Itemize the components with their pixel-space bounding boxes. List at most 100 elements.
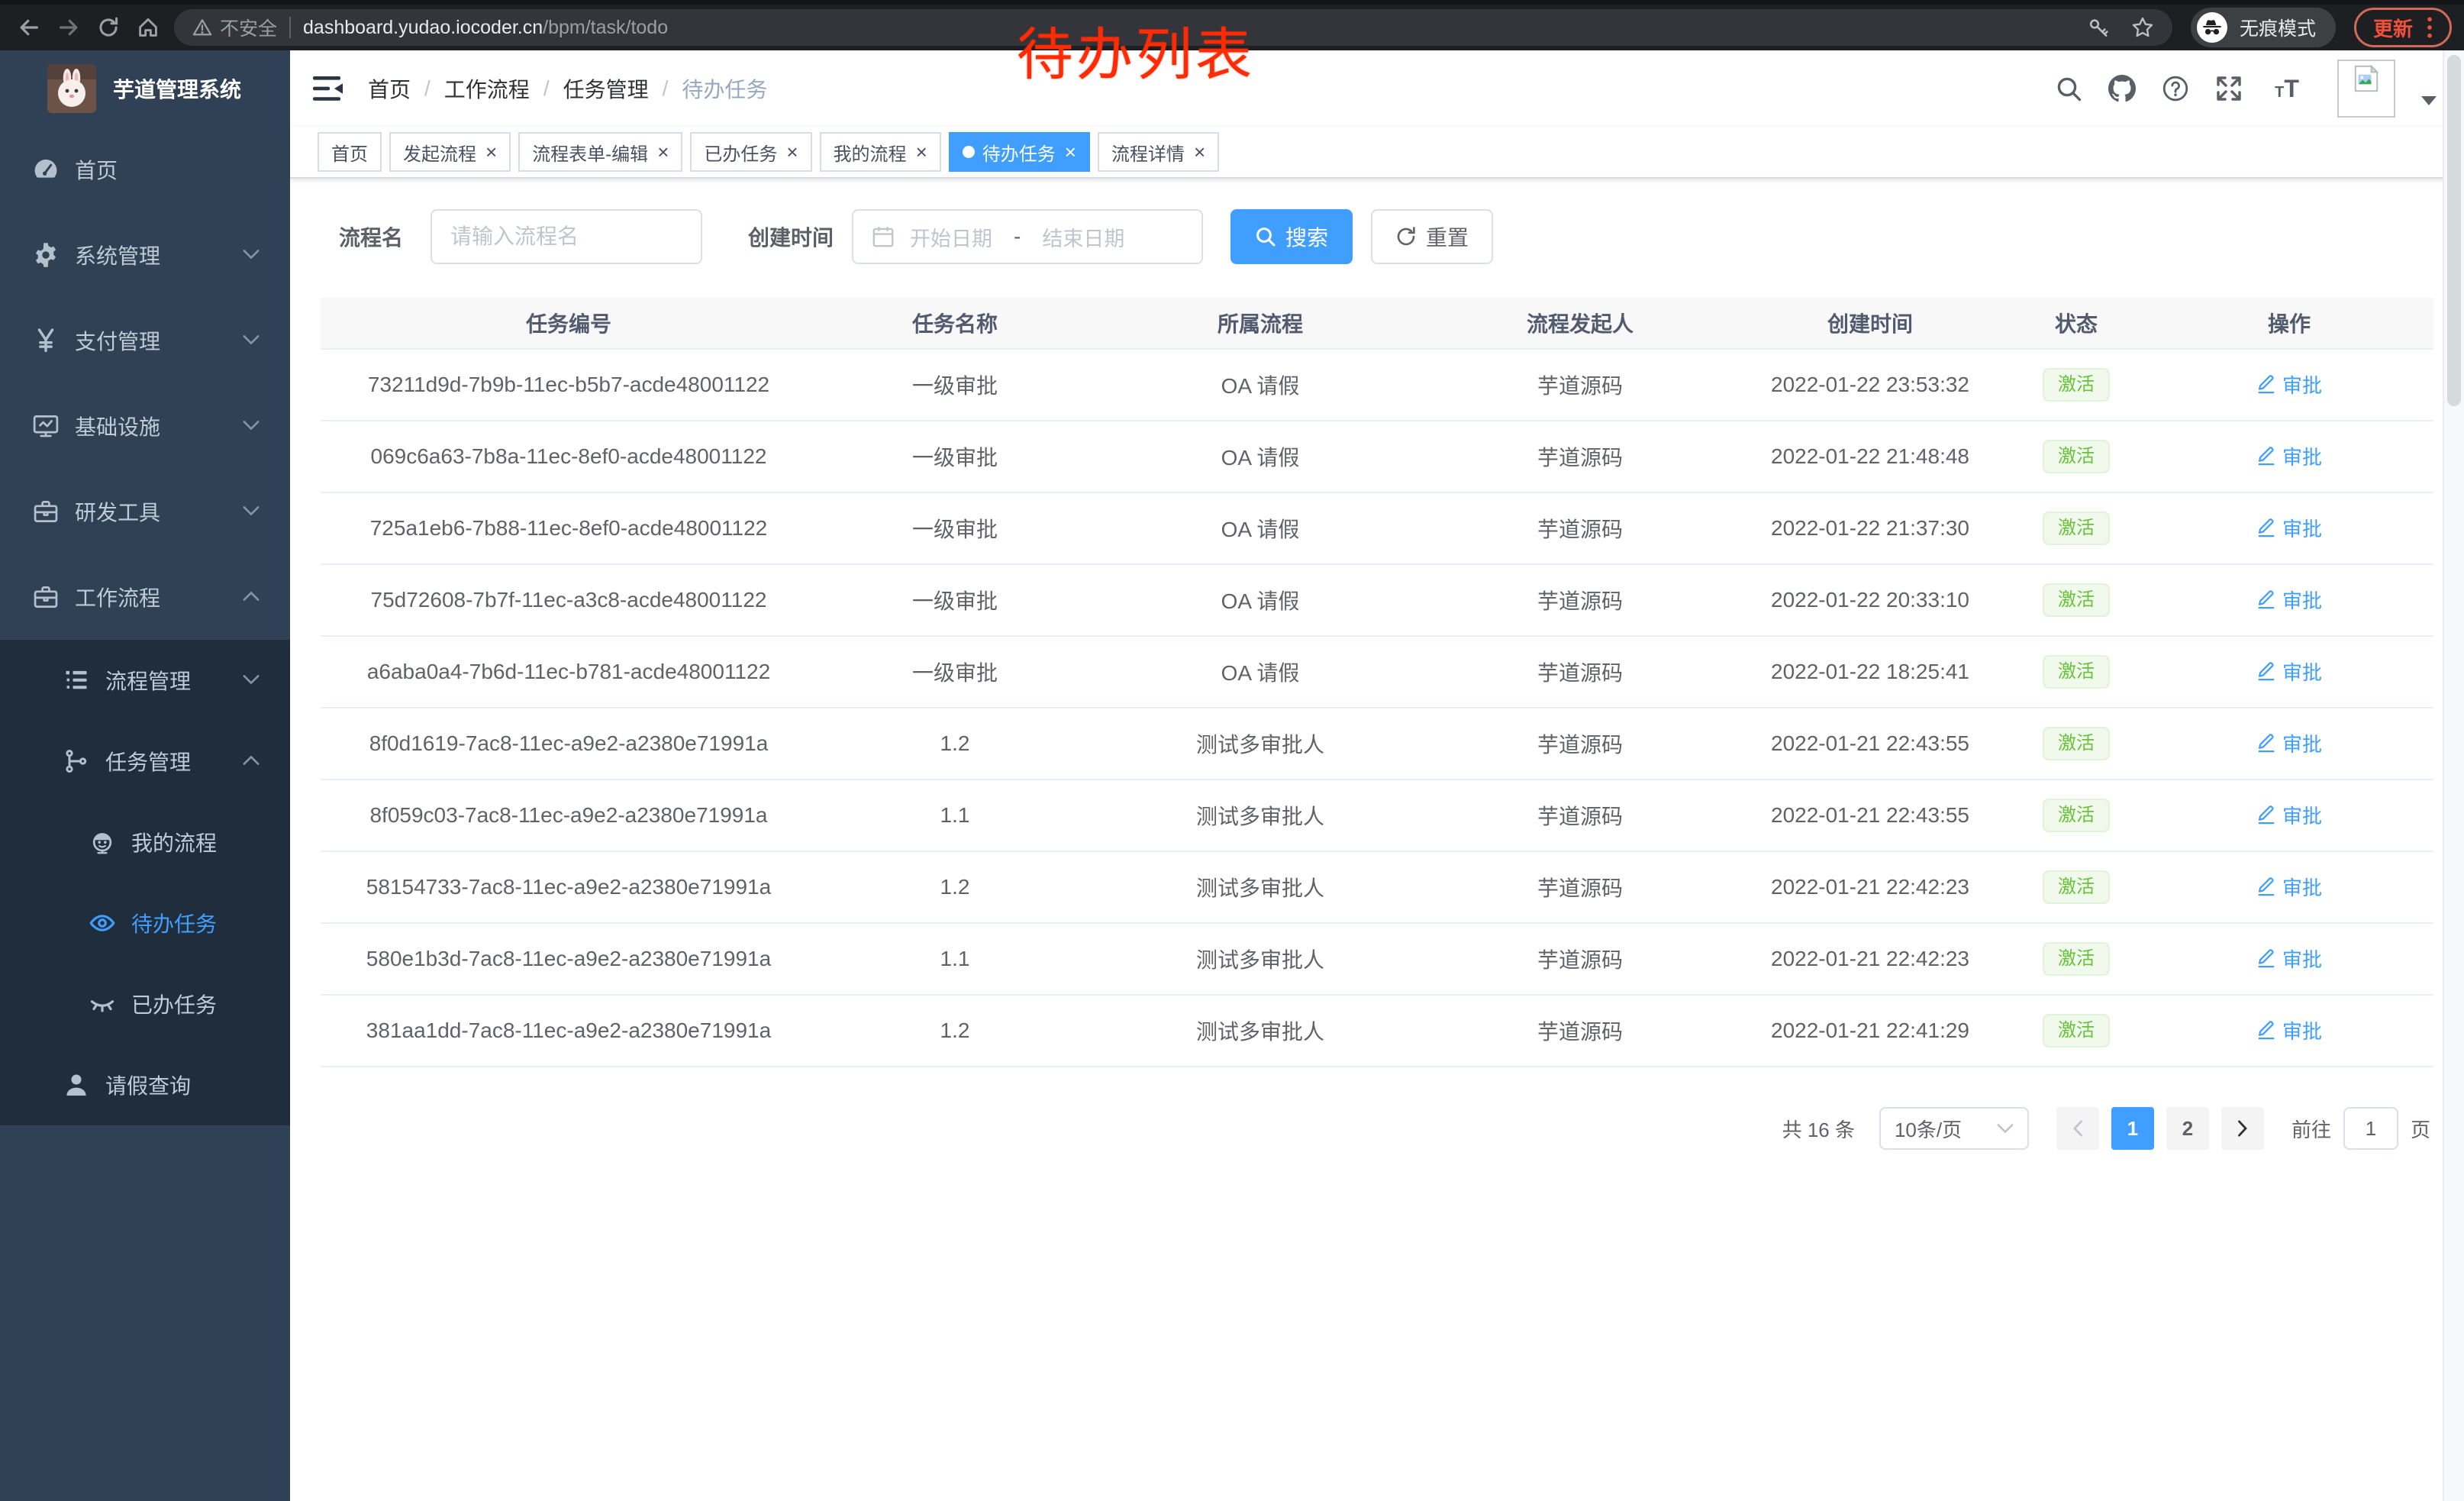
- sidebar-menu-item[interactable]: 研发工具: [0, 469, 290, 554]
- sidebar-menu-item[interactable]: 已办任务: [0, 964, 290, 1044]
- sidebar-menu-item[interactable]: 工作流程: [0, 554, 290, 640]
- approve-link[interactable]: 审批: [2256, 657, 2322, 686]
- sidebar-menu-item[interactable]: 待办任务: [0, 883, 290, 964]
- reset-button[interactable]: 重置: [1371, 209, 1493, 264]
- task-name: 一级审批: [817, 441, 1093, 472]
- avatar[interactable]: [2337, 60, 2395, 118]
- page-scrollbar[interactable]: [2443, 50, 2464, 1501]
- chevron-icon: [243, 591, 260, 603]
- page-number-button[interactable]: 1: [2111, 1107, 2154, 1150]
- password-key-icon[interactable]: [2087, 16, 2110, 39]
- goto-page-input[interactable]: [2343, 1107, 2398, 1150]
- user-menu-caret-icon[interactable]: [2421, 96, 2437, 105]
- bookmark-star-icon[interactable]: [2131, 16, 2154, 39]
- page-size-select[interactable]: 10条/页: [1879, 1107, 2029, 1150]
- gear-icon: [32, 241, 60, 269]
- app-logo[interactable]: 芋道管理系统: [0, 50, 290, 127]
- breadcrumb-item[interactable]: 待办任务: [682, 73, 767, 104]
- breadcrumb-item[interactable]: 首页: [368, 73, 411, 104]
- approve-link[interactable]: 审批: [2256, 370, 2322, 399]
- create-time: 2022-01-21 22:42:23: [1733, 875, 2008, 899]
- fullscreen-icon[interactable]: [2215, 75, 2243, 102]
- browser-reload-icon[interactable]: [92, 11, 125, 44]
- sidebar-menu-item[interactable]: 支付管理: [0, 298, 290, 383]
- tasks-table: 任务编号任务名称所属流程流程发起人创建时间状态操作 73211d9d-7b9b-…: [321, 298, 2433, 1067]
- sidebar-toggle-icon[interactable]: [313, 75, 343, 102]
- create-time: 2022-01-22 20:33:10: [1733, 588, 2008, 612]
- tree-icon: [63, 747, 90, 775]
- app-navbar: 首页/ 工作流程/ 任务管理/ 待办任务: [290, 50, 2464, 127]
- sidebar-menu-item[interactable]: 首页: [0, 127, 290, 212]
- tag[interactable]: 已办任务 ×: [690, 132, 811, 172]
- page-number-button[interactable]: 2: [2166, 1107, 2209, 1150]
- column-header: 创建时间: [1733, 308, 2008, 338]
- close-icon[interactable]: ×: [1065, 142, 1076, 162]
- tag[interactable]: 流程表单-编辑 ×: [518, 132, 682, 172]
- navbar-actions: TT: [2055, 60, 2437, 118]
- approve-link[interactable]: 审批: [2256, 586, 2322, 614]
- column-header: 任务编号: [321, 308, 817, 338]
- not-secure-label: 不安全: [220, 14, 277, 41]
- status-badge: 激活: [2043, 583, 2110, 617]
- approve-link[interactable]: 审批: [2256, 801, 2322, 829]
- approve-link[interactable]: 审批: [2256, 729, 2322, 757]
- incognito-label: 无痕模式: [2240, 14, 2316, 41]
- prev-page-button[interactable]: [2056, 1107, 2099, 1150]
- tag[interactable]: 首页: [318, 132, 382, 172]
- sidebar-menu-item[interactable]: 我的流程: [0, 802, 290, 883]
- task-id: 8f0d1619-7ac8-11ec-a9e2-a2380e71991a: [321, 731, 817, 756]
- approve-link[interactable]: 审批: [2256, 1016, 2322, 1044]
- tag-label: 我的流程: [834, 139, 907, 166]
- sidebar-menu-item[interactable]: 任务管理: [0, 721, 290, 802]
- task-id: 580e1b3d-7ac8-11ec-a9e2-a2380e71991a: [321, 947, 817, 971]
- process-name: 测试多审批人: [1093, 728, 1427, 759]
- process-starter: 芋道源码: [1427, 513, 1733, 544]
- close-icon[interactable]: ×: [657, 142, 669, 162]
- close-icon[interactable]: ×: [916, 142, 927, 162]
- tag[interactable]: 发起流程 ×: [389, 132, 511, 172]
- search-button[interactable]: 搜索: [1230, 209, 1353, 264]
- table-row: 580e1b3d-7ac8-11ec-a9e2-a2380e71991a 1.1…: [321, 924, 2433, 996]
- browser-menu-icon[interactable]: [2427, 16, 2433, 39]
- tag[interactable]: 我的流程 ×: [820, 132, 941, 172]
- font-size-icon[interactable]: TT: [2269, 75, 2305, 102]
- approve-link[interactable]: 审批: [2256, 514, 2322, 542]
- menu-item-label: 研发工具: [75, 496, 160, 527]
- process-starter: 芋道源码: [1427, 944, 1733, 974]
- table-row: 069c6a63-7b8a-11ec-8ef0-acde48001122 一级审…: [321, 421, 2433, 493]
- browser-update-button[interactable]: 更新: [2354, 8, 2452, 47]
- breadcrumb-item[interactable]: 工作流程: [444, 73, 530, 104]
- github-icon[interactable]: [2108, 75, 2136, 102]
- table-body: 73211d9d-7b9b-11ec-b5b7-acde48001122 一级审…: [321, 350, 2433, 1067]
- tag[interactable]: 流程详情 ×: [1098, 132, 1219, 172]
- process-name-input[interactable]: [431, 209, 702, 264]
- table-row: 75d72608-7b7f-11ec-a3c8-acde48001122 一级审…: [321, 565, 2433, 637]
- browser-forward-icon[interactable]: [52, 11, 85, 44]
- help-icon[interactable]: [2162, 75, 2189, 102]
- tag[interactable]: 待办任务 ×: [949, 132, 1090, 172]
- next-page-button[interactable]: [2221, 1107, 2264, 1150]
- sidebar-menu-item[interactable]: 流程管理: [0, 640, 290, 721]
- menu-item-label: 任务管理: [105, 746, 191, 776]
- page-numbers: 12: [2105, 1107, 2215, 1150]
- sidebar-menu-item[interactable]: 基础设施: [0, 383, 290, 469]
- process-starter: 芋道源码: [1427, 800, 1733, 831]
- task-name: 一级审批: [817, 370, 1093, 400]
- app-title: 芋道管理系统: [113, 73, 241, 104]
- search-icon[interactable]: [2055, 75, 2082, 102]
- breadcrumb-item[interactable]: 任务管理: [563, 73, 649, 104]
- close-icon[interactable]: ×: [786, 142, 798, 162]
- approve-link[interactable]: 审批: [2256, 873, 2322, 901]
- pagination: 共 16 条 10条/页 12: [321, 1107, 2433, 1150]
- sidebar-menu-item[interactable]: 系统管理: [0, 212, 290, 298]
- close-icon[interactable]: ×: [1194, 142, 1205, 162]
- scrollbar-thumb[interactable]: [2447, 55, 2461, 406]
- calendar-icon: [872, 225, 895, 248]
- sidebar-menu-item[interactable]: 请假查询: [0, 1044, 290, 1125]
- browser-home-icon[interactable]: [131, 11, 165, 44]
- approve-link[interactable]: 审批: [2256, 442, 2322, 470]
- close-icon[interactable]: ×: [485, 142, 497, 162]
- date-range-picker[interactable]: 开始日期 - 结束日期: [852, 209, 1203, 264]
- approve-link[interactable]: 审批: [2256, 944, 2322, 973]
- browser-back-icon[interactable]: [12, 11, 46, 44]
